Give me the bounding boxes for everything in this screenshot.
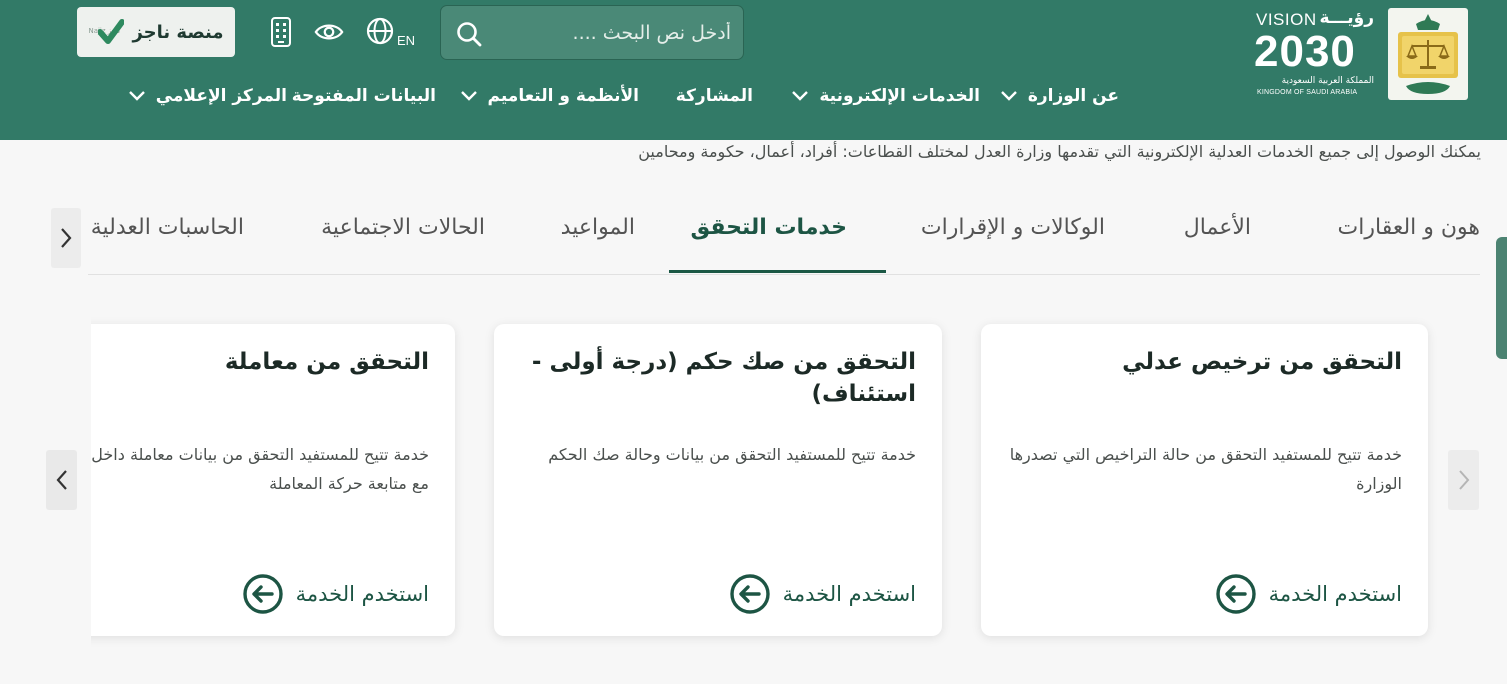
active-tab-indicator [669, 270, 886, 273]
chevron-right-icon [61, 228, 72, 248]
nav-item-participation[interactable]: المشاركة [676, 84, 753, 108]
tab-verification-services[interactable]: خدمات التحقق [690, 215, 847, 274]
service-card-title: التحقق من صك حكم (درجة أولى - استئناف) [531, 349, 916, 407]
nav-item-about[interactable]: عن الوزارة [1000, 84, 1119, 108]
service-card-description: خدمة تتيح للمستفيد التحقق من بيانات وحال… [548, 445, 916, 464]
services-intro-text: يمكنك الوصول إلى جميع الخدمات العدلية ال… [638, 142, 1481, 161]
service-card-title: التحقق من ترخيص عدلي [1122, 349, 1402, 375]
arrow-left-circle-icon [729, 574, 770, 614]
carousel-next-button[interactable] [46, 450, 77, 510]
globe-icon [366, 17, 394, 45]
use-service-button[interactable]: استخدم الخدمة [729, 572, 916, 616]
arrow-left-circle-icon [242, 574, 283, 614]
arrow-left-circle-icon [1215, 574, 1256, 614]
carousel-prev-button[interactable] [1448, 450, 1479, 510]
service-card-title: التحقق من معاملة [224, 349, 429, 375]
use-service-button[interactable]: استخدم الخدمة [242, 572, 429, 616]
chevron-down-icon [1001, 91, 1017, 101]
services-carousel: التحقق من ترخيص عدلي خدمة تتيح للمستفيد … [91, 300, 1451, 660]
tabs-scroll-button[interactable] [51, 208, 81, 268]
najiz-logo-icon: ناجز Najiz [88, 19, 125, 45]
najiz-platform-label: منصة ناجز [132, 21, 224, 43]
chevron-down-icon [792, 91, 809, 101]
nav-item-regulations[interactable]: الأنظمة و التعاميم [460, 84, 639, 108]
tab-mortgages-real-estate[interactable]: هون و العقارات [1338, 215, 1480, 274]
tab-business[interactable]: الأعمال [1184, 215, 1251, 274]
chevron-left-icon [56, 470, 67, 490]
nav-item-media-center[interactable]: المركز الإعلامي [128, 84, 287, 108]
language-label: EN [397, 33, 416, 48]
site-header: منصة ناجز ناجز Najiz EN أدخل نص البحث ..… [0, 0, 1507, 140]
nav-item-e-services[interactable]: الخدمات الإلكترونية [791, 84, 980, 108]
service-card: التحقق من معاملة خدمة تتيح للمستفيد التح… [91, 324, 455, 636]
nav-item-open-data[interactable]: البيانات المفتوحة [292, 84, 436, 108]
ministry-of-justice-logo [1388, 8, 1468, 100]
mobile-icon[interactable] [266, 17, 296, 47]
search-input[interactable] [491, 6, 731, 59]
language-switch[interactable]: EN [365, 16, 416, 48]
tab-social-cases[interactable]: الحالات الاجتماعية [321, 215, 485, 274]
search-icon[interactable] [455, 20, 483, 48]
chevron-down-icon [128, 91, 145, 101]
tab-agencies-acknowledgments[interactable]: الوكالات و الإقرارات [921, 215, 1105, 274]
vision-2030-logo: VISION رؤيـــة 2030 المملكة العربية السع… [1254, 8, 1374, 96]
use-service-button[interactable]: استخدم الخدمة [1215, 572, 1402, 616]
service-card-description: خدمة تتيح للمستفيد التحقق من حالة التراخ… [1009, 445, 1402, 493]
service-category-tabs: هون و العقارات الأعمال الوكالات و الإقرا… [88, 195, 1480, 275]
chevron-right-icon [1458, 470, 1469, 490]
service-card: التحقق من ترخيص عدلي خدمة تتيح للمستفيد … [981, 324, 1428, 636]
najiz-platform-button[interactable]: منصة ناجز ناجز Najiz [77, 7, 235, 57]
service-card-description: خدمة تتيح للمستفيد التحقق من بيانات معام… [91, 445, 429, 493]
service-card: التحقق من صك حكم (درجة أولى - استئناف) خ… [494, 324, 942, 636]
chevron-down-icon [460, 91, 477, 101]
side-feedback-tab[interactable] [1496, 237, 1507, 359]
eye-icon[interactable] [314, 17, 344, 47]
tab-appointments[interactable]: المواعيد [561, 215, 635, 274]
search-box [440, 5, 744, 60]
tab-judicial-calculators[interactable]: الحاسبات العدلية [91, 215, 244, 274]
